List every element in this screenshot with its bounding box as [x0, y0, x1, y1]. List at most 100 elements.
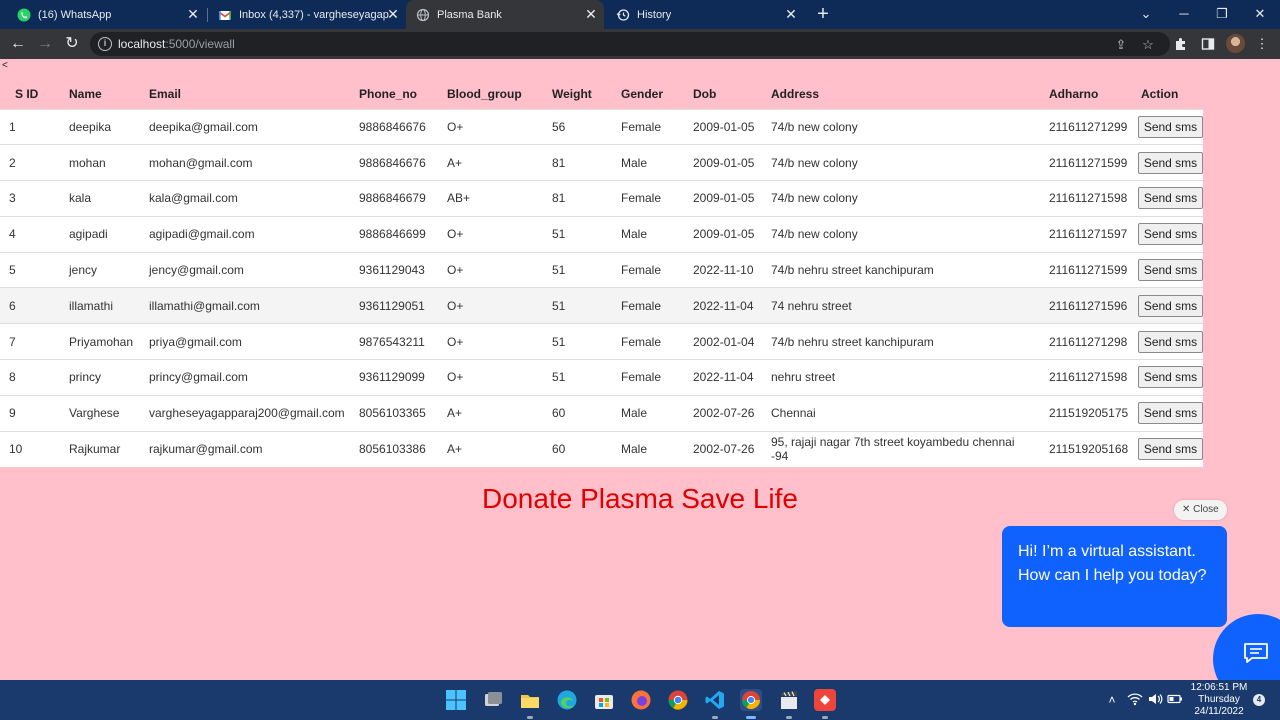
tab-whatsapp-close-icon[interactable]: ✕: [186, 7, 200, 21]
system-clock[interactable]: 12:06:51 PM Thursday 24/11/2022: [1186, 682, 1252, 718]
new-tab-button[interactable]: +: [813, 4, 833, 24]
tab-search-chevron-icon[interactable]: ⌄: [1136, 4, 1156, 24]
address-bar[interactable]: i localhost:5000/viewall ⇪ ☆: [90, 32, 1170, 56]
tray-overflow-chevron-icon[interactable]: ˄: [1104, 692, 1120, 708]
store-icon[interactable]: [593, 689, 615, 711]
cell-address: 74/b new colony: [757, 108, 1035, 145]
bookmark-star-icon[interactable]: ☆: [1140, 37, 1156, 53]
profile-avatar[interactable]: [1226, 34, 1245, 53]
vscode-icon[interactable]: [704, 689, 726, 711]
maximize-button[interactable]: ❐: [1212, 4, 1232, 24]
back-link[interactable]: <: [2, 60, 8, 71]
cell-address: 74/b new colony: [757, 180, 1035, 217]
chrome-active-icon[interactable]: [740, 689, 762, 711]
cell-adharno: 211611271298: [1035, 323, 1130, 360]
browser-toolbar: ← → ↻ i localhost:5000/viewall ⇪ ☆ ⋮: [0, 29, 1280, 59]
cell-address: 95, rajaji nagar 7th street koyambedu ch…: [757, 430, 1035, 467]
address-url: localhost:5000/viewall: [118, 37, 235, 51]
cell-sid: 8: [0, 359, 54, 396]
send-sms-button[interactable]: Send sms: [1138, 223, 1203, 246]
cell-adharno: 211611271597: [1035, 215, 1130, 253]
share-icon[interactable]: ⇪: [1113, 37, 1129, 53]
send-sms-button[interactable]: Send sms: [1138, 259, 1203, 282]
send-sms-button[interactable]: Send sms: [1138, 187, 1203, 210]
extensions-puzzle-icon[interactable]: [1171, 34, 1191, 54]
anydesk-icon[interactable]: [814, 689, 836, 711]
cell-blood-group: O+: [433, 215, 538, 253]
tab-plasma-bank[interactable]: Plasma Bank ✕: [406, 0, 604, 29]
cell-address: 74/b new colony: [757, 215, 1035, 253]
more-menu-icon[interactable]: ⋮: [1252, 34, 1272, 54]
send-sms-button[interactable]: Send sms: [1138, 151, 1203, 174]
header-address: Address: [757, 79, 1035, 109]
notification-badge[interactable]: 4: [1253, 694, 1265, 706]
cell-blood-group: O+: [433, 251, 538, 288]
chat-close-label: Close: [1193, 504, 1219, 515]
cell-email: princy@gmail.com: [135, 359, 345, 396]
send-sms-button[interactable]: Send sms: [1138, 366, 1203, 389]
volume-icon[interactable]: [1147, 692, 1163, 710]
chrome-icon[interactable]: [667, 689, 689, 711]
running-indicator: [822, 716, 828, 719]
cell-adharno: 211611271299: [1035, 108, 1130, 145]
cell-phone: 9361129043: [345, 251, 433, 288]
firefox-icon[interactable]: [630, 689, 652, 711]
running-indicator: [712, 716, 718, 719]
windows-start-icon[interactable]: [445, 689, 467, 711]
send-sms-button[interactable]: Send sms: [1138, 294, 1203, 317]
battery-icon[interactable]: [1167, 692, 1183, 710]
send-sms-button[interactable]: Send sms: [1138, 330, 1203, 353]
cell-weight: 81: [538, 144, 607, 181]
cell-weight: 51: [538, 287, 607, 324]
clapperboard-icon[interactable]: [778, 689, 800, 711]
tab-gmail-close-icon[interactable]: ✕: [386, 7, 400, 21]
donor-table: S ID Name Email Phone_no Blood_group Wei…: [0, 79, 1203, 467]
cell-phone: 9361129051: [345, 287, 433, 324]
reload-icon[interactable]: ↻: [62, 34, 82, 54]
cell-dob: 2009-01-05: [679, 144, 757, 181]
clock-time: 12:06:51 PM: [1190, 682, 1248, 693]
send-sms-button[interactable]: Send sms: [1138, 438, 1203, 461]
cell-name: agipadi: [54, 215, 135, 253]
table-row: 8 princy princy@gmail.com 9361129099 O+ 51 Fem…: [0, 359, 1203, 396]
cell-gender: Female: [607, 287, 679, 324]
gmail-icon: [218, 8, 232, 22]
send-sms-button[interactable]: Send sms: [1138, 402, 1203, 425]
tab-whatsapp[interactable]: (16) WhatsApp ✕: [8, 0, 206, 29]
forward-arrow-icon[interactable]: →: [35, 34, 55, 54]
donate-banner: Donate Plasma Save Life: [482, 483, 798, 514]
cell-phone: 9886846679: [345, 180, 433, 217]
cell-name: deepika: [54, 108, 135, 145]
side-panel-icon[interactable]: [1198, 34, 1218, 54]
wifi-icon[interactable]: [1127, 692, 1143, 710]
send-sms-button[interactable]: Send sms: [1138, 115, 1203, 138]
chat-icon: [1244, 643, 1268, 663]
table-row: 5 jency jency@gmail.com 9361129043 O+ 51 Femal…: [0, 251, 1203, 288]
edge-icon[interactable]: [556, 689, 578, 711]
tab-plasma-bank-close-icon[interactable]: ✕: [584, 7, 598, 21]
close-window-button[interactable]: ✕: [1250, 4, 1270, 24]
task-view-icon[interactable]: [482, 689, 504, 711]
cell-email: kala@gmail.com: [135, 180, 345, 217]
cell-adharno: 211519205175: [1035, 394, 1130, 432]
cell-weight: 60: [538, 430, 607, 467]
minimize-button[interactable]: ─: [1174, 4, 1194, 24]
table-body: 1 deepika deepika@gmail.com 9886846676 O+ 56 F…: [0, 108, 1203, 467]
tab-history-close-icon[interactable]: ✕: [784, 7, 798, 21]
chat-close-button[interactable]: ✕ Close: [1174, 500, 1227, 520]
tab-gmail[interactable]: Inbox (4,337) - vargheseyagapparaj200@gm…: [208, 0, 406, 29]
cell-weight: 51: [538, 251, 607, 288]
cell-action: Send sms: [1130, 323, 1203, 360]
site-info-icon[interactable]: i: [98, 37, 112, 51]
cell-name: Varghese: [54, 394, 135, 432]
tab-gmail-label: Inbox (4,337) - vargheseyagapparaj200@gm…: [239, 8, 389, 21]
file-explorer-icon[interactable]: [519, 689, 541, 711]
cell-dob: 2002-01-04: [679, 323, 757, 360]
cell-email: deepika@gmail.com: [135, 108, 345, 145]
chat-greeting-bubble[interactable]: Hi! I’m a virtual assistant. How can I h…: [1002, 526, 1227, 627]
cell-sid: 5: [0, 251, 54, 288]
back-arrow-icon[interactable]: ←: [8, 34, 28, 54]
cell-email: illamathi@gmail.com: [135, 287, 345, 324]
tab-history[interactable]: History ✕: [606, 0, 804, 29]
cell-email: priya@gmail.com: [135, 323, 345, 360]
